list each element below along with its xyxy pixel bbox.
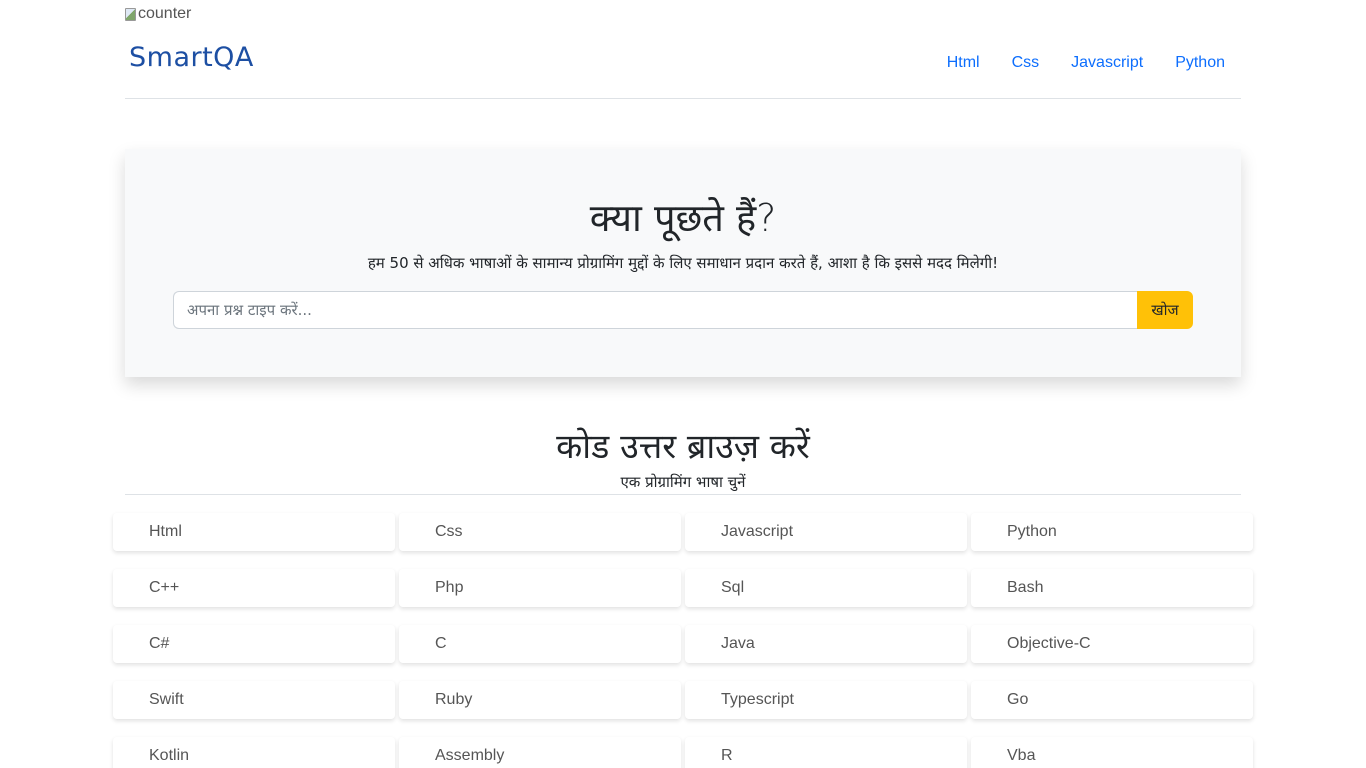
language-card[interactable]: Sql: [685, 569, 967, 607]
broken-image-icon: [125, 7, 136, 21]
language-card[interactable]: Php: [399, 569, 681, 607]
counter-alt-text: counter: [138, 5, 192, 22]
language-grid: Html Css Javascript Python C++ Php Sql B…: [113, 513, 1253, 768]
language-card[interactable]: Assembly: [399, 737, 681, 768]
language-card[interactable]: Typescript: [685, 681, 967, 719]
language-card[interactable]: Java: [685, 625, 967, 663]
hero-subtitle: हम 50 से अधिक भाषाओं के सामान्य प्रोग्रा…: [367, 254, 999, 272]
language-card[interactable]: C: [399, 625, 681, 663]
language-card[interactable]: Python: [971, 513, 1253, 551]
language-card[interactable]: Html: [113, 513, 395, 551]
navbar: SmartQA Html Css Javascript Python: [125, 40, 1241, 99]
language-card[interactable]: C++: [113, 569, 395, 607]
nav-link-html[interactable]: Html: [931, 52, 996, 74]
hero-title: क्या पूछते हैं?: [589, 196, 777, 240]
language-card[interactable]: Swift: [113, 681, 395, 719]
search-input[interactable]: [173, 291, 1137, 329]
language-card[interactable]: Css: [399, 513, 681, 551]
language-card[interactable]: Vba: [971, 737, 1253, 768]
nav-link-css[interactable]: Css: [996, 52, 1056, 74]
counter-image: counter: [125, 5, 191, 23]
browse-subtitle: एक प्रोग्रामिंग भाषा चुनें: [620, 473, 746, 491]
brand-logo[interactable]: SmartQA: [129, 42, 254, 73]
browse-title: कोड उत्तर ब्राउज़ करें: [556, 427, 810, 467]
nav-link-python[interactable]: Python: [1159, 52, 1241, 74]
nav-links: Html Css Javascript Python: [931, 52, 1241, 74]
language-card[interactable]: Javascript: [685, 513, 967, 551]
language-card[interactable]: Go: [971, 681, 1253, 719]
divider: [125, 494, 1241, 495]
language-card[interactable]: Ruby: [399, 681, 681, 719]
language-card[interactable]: Kotlin: [113, 737, 395, 768]
language-card[interactable]: Bash: [971, 569, 1253, 607]
nav-link-javascript[interactable]: Javascript: [1055, 52, 1159, 74]
search-button[interactable]: खोज: [1137, 291, 1193, 329]
language-card[interactable]: C#: [113, 625, 395, 663]
language-card[interactable]: Objective-C: [971, 625, 1253, 663]
search-group: खोज: [173, 291, 1193, 329]
hero-section: क्या पूछते हैं? हम 50 से अधिक भाषाओं के …: [125, 149, 1241, 377]
language-card[interactable]: R: [685, 737, 967, 768]
